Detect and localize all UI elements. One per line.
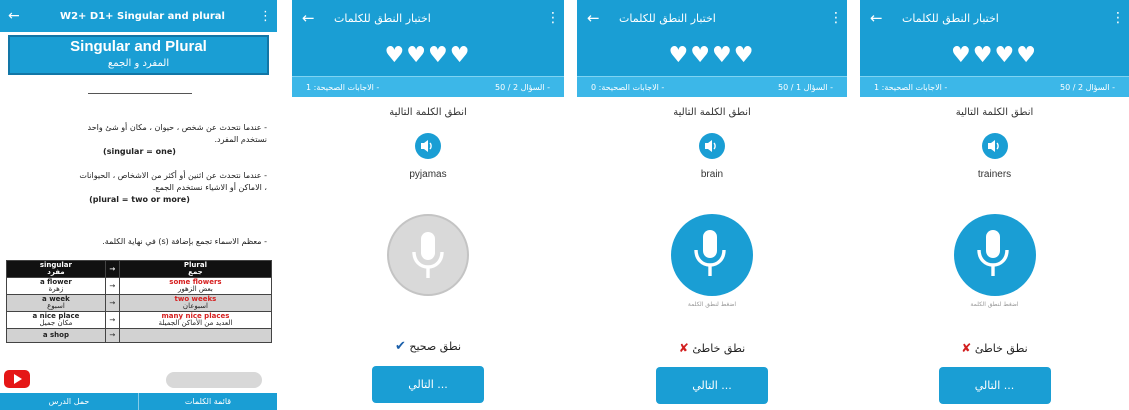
back-arrow-icon[interactable]: ← — [8, 8, 26, 24]
microphone-button[interactable] — [387, 214, 469, 296]
quiz-title: اختبار النطق للكلمات — [334, 11, 431, 25]
banner-title-en: Singular and Plural — [70, 38, 207, 55]
quiz-title: اختبار النطق للكلمات — [619, 11, 716, 25]
rule-singular-line1: - عندما نتحدث عن شخص ، حيوان ، مكان أو ش… — [87, 123, 268, 132]
cross-icon: ✘ — [678, 341, 689, 355]
correct-count: الاجابات الصحيحة: 1 - — [306, 82, 380, 92]
word-list-button[interactable]: قائمة الكلمات — [138, 393, 277, 410]
target-word: pyjamas — [409, 169, 447, 180]
lives-hearts: ♥♥♥♥ — [577, 36, 847, 76]
app-bar: ← اختبار النطق للكلمات ⋮ — [577, 0, 847, 36]
target-word: brain — [700, 169, 724, 180]
result-text: نطق خاطئ ✘ — [860, 341, 1129, 355]
rule-singular: - عندما نتحدث عن شخص ، حيوان ، مكان أو ش… — [12, 122, 268, 158]
mic-hint: اضغط لنطق الكلمة — [687, 301, 737, 308]
back-arrow-icon[interactable]: ← — [587, 9, 609, 27]
banner-title-ar: المفرد و الجمع — [107, 58, 170, 69]
rule-singular-line2: نستخدم المفرد. — [214, 135, 268, 144]
quiz-screen-1: ← اختبار النطق للكلمات ⋮ ♥♥♥♥ الاجابات ا… — [292, 0, 564, 410]
result-text: نطق صحيح ✔ — [292, 339, 564, 354]
app-bar: ← W2+ D1+ Singular and plural ⋮ — [0, 0, 277, 32]
lesson-title: W2+ D1+ Singular and plural — [60, 10, 225, 22]
more-vert-icon[interactable]: ⋮ — [546, 10, 560, 26]
correct-count: الاجابات الصحيحة: 1 - — [874, 82, 948, 92]
correct-count: الاجابات الصحيحة: 0 - — [591, 82, 665, 92]
microphone-button[interactable] — [671, 214, 753, 296]
next-button[interactable]: ... التالي — [372, 366, 484, 403]
prompt-text: انطق الكلمة التالية — [389, 107, 467, 118]
result-label: نطق خاطئ — [692, 342, 746, 355]
back-arrow-icon[interactable]: ← — [302, 9, 324, 27]
youtube-icon[interactable] — [4, 370, 30, 388]
check-icon: ✔ — [394, 339, 406, 354]
rule-plural: - عندما نتحدث عن اثنين أو أكثر من الاشخا… — [12, 170, 267, 206]
table-row: a nice place مكان جميل → many nice places… — [6, 311, 273, 329]
question-counter: السؤال 2 / 50 - — [494, 82, 550, 92]
singular-plural-table: singular مفرد → Plural جمع a flower زهرة → … — [6, 260, 273, 343]
table-row: a shop → — [6, 328, 273, 343]
app-bar: ← اختبار النطق للكلمات ⋮ — [292, 0, 564, 36]
more-vert-icon[interactable]: ⋮ — [829, 10, 843, 26]
back-arrow-icon[interactable]: ← — [870, 9, 892, 27]
lives-hearts: ♥♥♥♥ — [292, 36, 564, 76]
more-vert-icon[interactable]: ⋮ — [259, 9, 272, 24]
quiz-screen-3: ← اختبار النطق للكلمات ⋮ ♥♥♥♥ الاجابات ا… — [860, 0, 1129, 410]
rule-add-s: - معظم الاسماء تجمع بإضافة (s) في نهاية … — [102, 237, 267, 246]
scroll-handle[interactable] — [166, 372, 262, 388]
mic-hint — [292, 301, 564, 309]
result-label: نطق خاطئ — [974, 342, 1028, 355]
next-button[interactable]: ... التالي — [938, 367, 1051, 404]
header-plural: Plural جمع — [118, 260, 273, 278]
microphone-button[interactable] — [953, 214, 1036, 296]
quiz-title: اختبار النطق للكلمات — [902, 11, 999, 25]
rule-plural-line2: ، الاماكن أو الاشياء نستخدم الجمع. — [152, 183, 267, 192]
result-label: نطق صحيح — [409, 340, 462, 353]
result-text: نطق خاطئ ✘ — [577, 341, 847, 355]
speaker-icon[interactable] — [981, 133, 1008, 159]
lesson-screen: ← W2+ D1+ Singular and plural ⋮ Singular… — [0, 0, 277, 410]
next-button[interactable]: ... التالي — [656, 367, 768, 404]
lesson-banner: Singular and Plural المفرد و الجمع — [8, 35, 269, 75]
lives-hearts: ♥♥♥♥ — [860, 36, 1129, 76]
score-bar: الاجابات الصحيحة: 1 - السؤال 2 / 50 - — [292, 76, 564, 97]
score-bar: الاجابات الصحيحة: 1 - السؤال 2 / 50 - — [860, 76, 1129, 97]
prompt-text: انطق الكلمة التالية — [673, 107, 751, 118]
rule-singular-formula: (singular = one) — [103, 147, 176, 156]
speaker-icon[interactable] — [415, 133, 441, 159]
question-counter: السؤال 1 / 50 - — [777, 82, 833, 92]
question-counter: السؤال 2 / 50 - — [1059, 82, 1115, 92]
app-bar: ← اختبار النطق للكلمات ⋮ — [860, 0, 1129, 36]
speaker-icon[interactable] — [699, 133, 725, 159]
more-vert-icon[interactable]: ⋮ — [1111, 10, 1125, 26]
download-lesson-button[interactable]: حمل الدرس — [0, 393, 138, 410]
rule-plural-formula: (plural = two or more) — [89, 195, 190, 204]
prompt-text: انطق الكلمة التالية — [955, 107, 1034, 118]
mic-hint: اضغط لنطق الكلمة — [970, 301, 1019, 308]
rule-plural-line1: - عندما نتحدث عن اثنين أو أكثر من الاشخا… — [79, 171, 267, 180]
table-row: a flower زهرة → some flowers بعض الزهور — [6, 277, 273, 295]
divider — [88, 93, 192, 94]
header-singular: singular مفرد — [6, 260, 106, 278]
quiz-screen-2: ← اختبار النطق للكلمات ⋮ ♥♥♥♥ الاجابات ا… — [577, 0, 847, 410]
bottom-bar: حمل الدرس قائمة الكلمات — [0, 393, 277, 410]
target-word: trainers — [977, 169, 1012, 180]
cross-icon: ✘ — [961, 341, 972, 355]
table-row: a week اسبوع → two weeks اسبوعان — [6, 294, 273, 312]
table-header: singular مفرد → Plural جمع — [6, 260, 273, 278]
score-bar: الاجابات الصحيحة: 0 - السؤال 1 / 50 - — [577, 76, 847, 97]
